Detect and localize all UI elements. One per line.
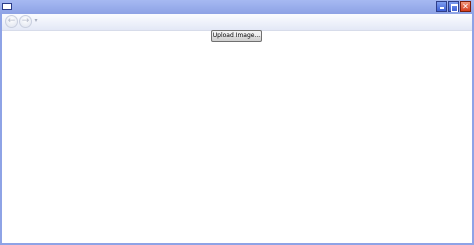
- history-dropdown-icon: ▾: [34, 17, 38, 24]
- back-arrow-icon: ←: [7, 16, 16, 26]
- upload-image-button[interactable]: Upload Image...: [211, 30, 262, 42]
- back-button[interactable]: ←: [5, 15, 18, 28]
- title-bar[interactable]: ✕: [0, 0, 474, 14]
- navigation-bar: ← → ▾: [2, 14, 472, 31]
- close-icon: ✕: [462, 2, 469, 11]
- minimize-button[interactable]: [436, 1, 447, 12]
- maximize-button[interactable]: [448, 1, 459, 12]
- window-app-icon: [2, 3, 12, 10]
- history-dropdown-button[interactable]: ▾: [33, 18, 39, 24]
- maximize-icon: [451, 4, 458, 12]
- forward-button[interactable]: →: [19, 15, 32, 28]
- app-window: ✕ ← → ▾ Upload Image...: [0, 0, 474, 245]
- minimize-icon: [440, 7, 444, 9]
- close-button[interactable]: ✕: [460, 1, 471, 12]
- forward-arrow-icon: →: [21, 16, 30, 26]
- page-content: ← → ▾ Upload Image...: [2, 14, 472, 243]
